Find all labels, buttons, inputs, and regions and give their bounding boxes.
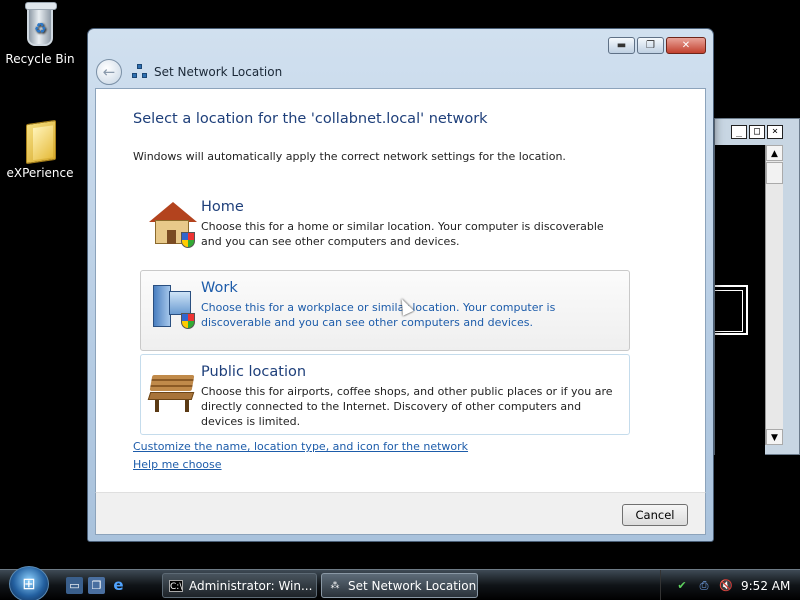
home-icon — [147, 200, 197, 248]
option-home[interactable]: Home Choose this for a home or similar l… — [140, 189, 630, 270]
option-label: Public location — [201, 364, 307, 380]
recycle-bin-icon — [20, 2, 60, 48]
console-icon: C:\ — [169, 579, 183, 592]
option-description: Choose this for airports, coffee shops, … — [201, 385, 613, 428]
clock[interactable]: 9:52 AM — [741, 579, 790, 593]
window-controls: ▬ ❐ ✕ — [608, 37, 706, 54]
dialog-titlebar: ← Set Network Location — [96, 57, 705, 87]
network-status-icon[interactable]: ⎙ — [697, 579, 711, 593]
maximize-icon[interactable]: □ — [749, 125, 765, 139]
task-button-set-network-location[interactable]: ⁂ Set Network Location — [321, 573, 478, 598]
set-network-location-dialog: ▬ ❐ ✕ ← Set Network Location Select a lo… — [87, 28, 714, 542]
help-me-choose-link[interactable]: Help me choose — [133, 458, 222, 471]
scroll-down-icon[interactable]: ▼ — [766, 429, 783, 445]
system-tray: ✔ ⎙ 🔇 9:52 AM — [660, 570, 800, 600]
task-label: Set Network Location — [348, 578, 477, 593]
park-bench-icon — [147, 365, 197, 413]
desktop-icon-experience[interactable]: eXPerience — [0, 118, 80, 180]
dialog-title: Set Network Location — [154, 65, 283, 79]
desktop-icon-label: Recycle Bin — [5, 52, 75, 66]
option-description: Choose this for a home or similar locati… — [201, 220, 604, 248]
desktop-icon-recycle-bin[interactable]: Recycle Bin — [0, 2, 80, 66]
console-selection — [715, 285, 748, 335]
option-label: Home — [201, 199, 244, 215]
folder-icon — [20, 118, 60, 165]
network-icon — [132, 64, 148, 80]
maximize-button[interactable]: ❐ — [637, 37, 664, 54]
desktop-icon-label: eXPerience — [6, 166, 74, 180]
show-desktop-icon[interactable]: ▭ — [66, 577, 83, 594]
task-button-console[interactable]: C:\ Administrator: Win... — [162, 573, 317, 598]
taskbar: ⊞ ▭ ❐ e C:\ Administrator: Win... ⁂ Set … — [0, 566, 800, 600]
option-work[interactable]: Work Choose this for a workplace or simi… — [140, 270, 630, 351]
minimize-button[interactable]: ▬ — [608, 37, 635, 54]
console-body[interactable] — [715, 145, 765, 455]
network-icon: ⁂ — [330, 580, 340, 591]
volume-muted-icon[interactable]: 🔇 — [719, 579, 733, 593]
page-heading: Select a location for the 'collabnet.loc… — [133, 111, 488, 127]
dialog-content: Select a location for the 'collabnet.loc… — [95, 88, 706, 492]
switch-windows-icon[interactable]: ❐ — [88, 577, 105, 594]
security-icon[interactable]: ✔ — [675, 579, 689, 593]
background-console-window[interactable]: _ □ × ▲ ▼ — [714, 118, 800, 455]
back-button[interactable]: ← — [96, 59, 122, 85]
scroll-up-icon[interactable]: ▲ — [766, 145, 783, 161]
close-button[interactable]: ✕ — [666, 37, 706, 54]
cancel-button[interactable]: Cancel — [622, 504, 688, 526]
task-label: Administrator: Win... — [189, 578, 313, 593]
minimize-icon[interactable]: _ — [731, 125, 747, 139]
console-scrollbar[interactable]: ▲ ▼ — [765, 145, 783, 445]
start-button[interactable]: ⊞ — [9, 566, 49, 600]
intro-text: Windows will automatically apply the cor… — [133, 150, 566, 163]
console-window-controls: _ □ × — [731, 125, 783, 139]
option-public-location[interactable]: Public location Choose this for airports… — [140, 354, 630, 435]
work-computer-icon — [147, 281, 197, 329]
internet-explorer-icon[interactable]: e — [110, 577, 127, 594]
scroll-thumb[interactable] — [766, 162, 783, 184]
option-label: Work — [201, 280, 238, 296]
customize-network-link[interactable]: Customize the name, location type, and i… — [133, 440, 468, 453]
dialog-footer: Cancel — [95, 492, 706, 535]
close-icon[interactable]: × — [767, 125, 783, 139]
